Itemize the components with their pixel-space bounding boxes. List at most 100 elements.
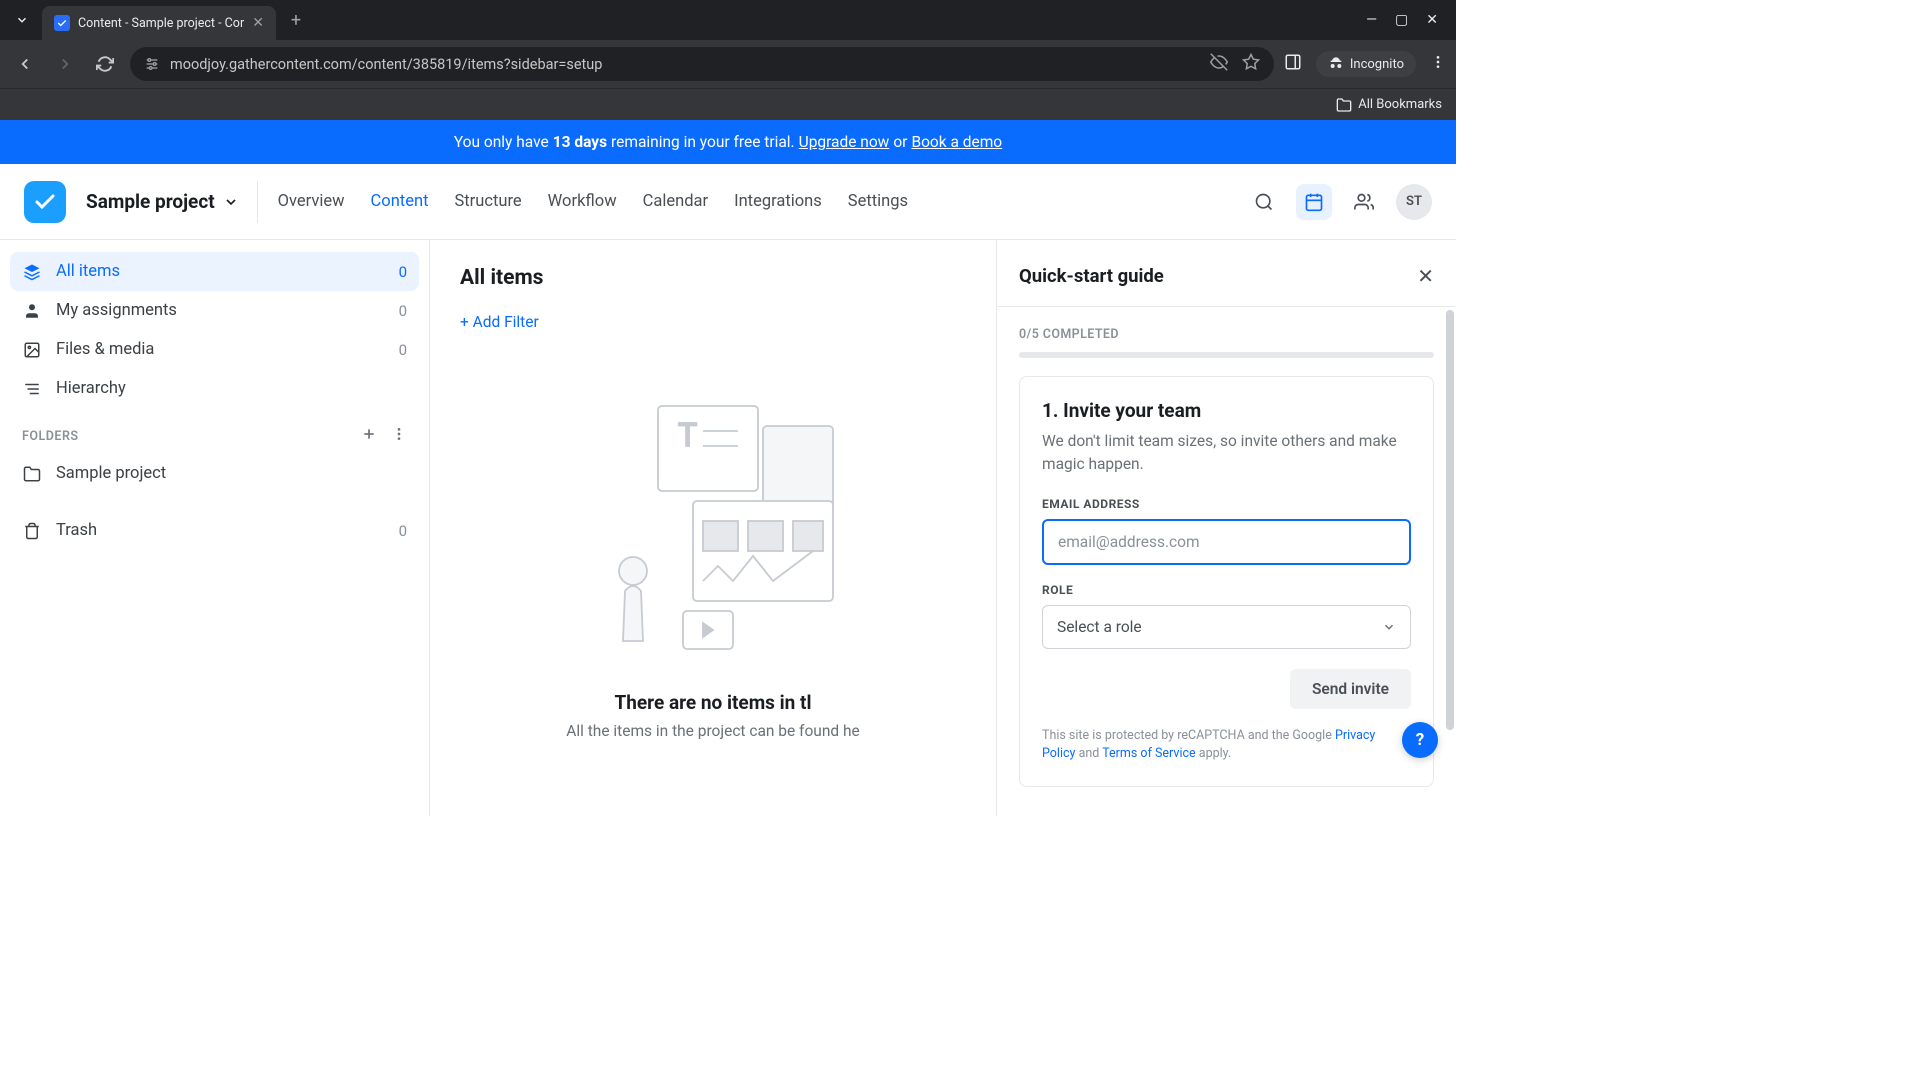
tab-workflow[interactable]: Workflow xyxy=(548,192,617,211)
progress-label: 0/5 COMPLETED xyxy=(1019,327,1434,342)
sidebar-item-all-items[interactable]: All items 0 xyxy=(10,252,419,291)
add-folder-button[interactable] xyxy=(361,426,377,446)
quick-start-panel: Quick-start guide ✕ 0/5 COMPLETED 1. Inv… xyxy=(996,240,1456,816)
tab-integrations[interactable]: Integrations xyxy=(734,192,822,211)
trial-banner: You only have 13 days remaining in your … xyxy=(0,120,1456,164)
email-input[interactable] xyxy=(1042,519,1411,565)
empty-state: T There are no items in tl All the items xyxy=(460,391,966,740)
folders-header: FOLDERS xyxy=(10,408,419,454)
app-header: Sample project Overview Content Structur… xyxy=(0,164,1456,240)
role-select[interactable]: Select a role xyxy=(1042,605,1411,649)
step-description: We don't limit team sizes, so invite oth… xyxy=(1042,430,1411,477)
project-switcher[interactable]: Sample project xyxy=(86,181,258,223)
trash-icon xyxy=(22,522,42,540)
folder-icon xyxy=(22,465,42,483)
legal-text: This site is protected by reCAPTCHA and … xyxy=(1042,727,1411,765)
sidebar-item-count: 0 xyxy=(399,302,407,320)
book-demo-link[interactable]: Book a demo xyxy=(911,133,1002,151)
sidebar-item-label: All items xyxy=(56,262,120,281)
tab-search-button[interactable] xyxy=(8,6,36,34)
add-filter-button[interactable]: + Add Filter xyxy=(460,313,539,331)
guide-icon[interactable] xyxy=(1296,184,1332,220)
trash-count: 0 xyxy=(399,522,407,540)
app-logo-icon[interactable] xyxy=(24,181,66,223)
new-tab-button[interactable]: + xyxy=(282,6,310,34)
sidebar-item-label: Hierarchy xyxy=(56,379,126,398)
bookmarks-bar: All Bookmarks xyxy=(0,88,1456,120)
tab-overview[interactable]: Overview xyxy=(278,192,345,211)
progress-bar xyxy=(1019,352,1434,358)
sidebar-item-count: 0 xyxy=(399,263,407,281)
upgrade-link[interactable]: Upgrade now xyxy=(799,133,890,151)
sidebar-item-count: 0 xyxy=(399,341,407,359)
email-label: EMAIL ADDRESS xyxy=(1042,497,1411,511)
reload-button[interactable] xyxy=(90,49,120,79)
search-icon[interactable] xyxy=(1246,184,1282,220)
empty-title: There are no items in tl xyxy=(615,691,812,714)
folders-menu-button[interactable] xyxy=(391,426,407,446)
browser-tab-bar: Content - Sample project - Cor ✕ + — ▢ ✕ xyxy=(0,0,1456,40)
minimize-button[interactable]: — xyxy=(1366,12,1377,28)
help-fab-button[interactable]: ? xyxy=(1402,722,1438,758)
incognito-label: Incognito xyxy=(1350,57,1404,72)
incognito-badge[interactable]: Incognito xyxy=(1316,51,1416,77)
window-controls: — ▢ ✕ xyxy=(1366,12,1448,28)
maximize-button[interactable]: ▢ xyxy=(1395,12,1408,28)
bookmark-star-icon[interactable] xyxy=(1242,53,1260,75)
banner-prefix: You only have xyxy=(454,133,549,151)
tab-content[interactable]: Content xyxy=(371,192,429,211)
panel-scrollbar[interactable] xyxy=(1446,310,1454,730)
close-panel-button[interactable]: ✕ xyxy=(1417,264,1434,288)
chevron-down-icon xyxy=(1382,620,1396,634)
content-title: All items xyxy=(460,266,966,290)
url-text: moodjoy.gathercontent.com/content/385819… xyxy=(170,56,1200,73)
back-button[interactable] xyxy=(10,49,40,79)
image-icon xyxy=(22,341,42,359)
quick-start-step-card: 1. Invite your team We don't limit team … xyxy=(1019,376,1434,787)
url-bar-row: moodjoy.gathercontent.com/content/385819… xyxy=(0,40,1456,88)
tab-settings[interactable]: Settings xyxy=(848,192,908,211)
folders-label: FOLDERS xyxy=(22,429,79,444)
trash-label: Trash xyxy=(56,521,97,540)
browser-menu-icon[interactable] xyxy=(1430,54,1446,74)
empty-subtitle: All the items in the project can be foun… xyxy=(566,722,860,740)
chevron-down-icon xyxy=(223,194,239,210)
sidebar-folder-item[interactable]: Sample project xyxy=(10,454,419,493)
forward-button[interactable] xyxy=(50,49,80,79)
quick-start-title: Quick-start guide xyxy=(1019,265,1164,287)
step-title: 1. Invite your team xyxy=(1042,399,1411,422)
send-invite-button[interactable]: Send invite xyxy=(1290,669,1411,709)
sidebar: All items 0 My assignments 0 Files & med… xyxy=(0,240,430,816)
sidebar-item-trash[interactable]: Trash 0 xyxy=(10,511,419,550)
all-bookmarks-link[interactable]: All Bookmarks xyxy=(1358,97,1442,112)
nav-tabs: Overview Content Structure Workflow Cale… xyxy=(278,192,908,211)
sidebar-item-files-media[interactable]: Files & media 0 xyxy=(10,330,419,369)
sidebar-item-my-assignments[interactable]: My assignments 0 xyxy=(10,291,419,330)
svg-text:T: T xyxy=(678,416,697,454)
browser-tab[interactable]: Content - Sample project - Cor ✕ xyxy=(42,6,276,40)
banner-mid: remaining in your free trial. xyxy=(611,133,795,151)
tab-calendar[interactable]: Calendar xyxy=(643,192,708,211)
folder-icon xyxy=(1336,97,1352,113)
user-avatar[interactable]: ST xyxy=(1396,184,1432,220)
sidebar-item-label: Files & media xyxy=(56,340,154,359)
terms-link[interactable]: Terms of Service xyxy=(1102,746,1195,761)
user-icon xyxy=(22,302,42,320)
tab-structure[interactable]: Structure xyxy=(454,192,521,211)
site-settings-icon[interactable] xyxy=(144,56,160,72)
empty-illustration: T xyxy=(583,391,843,671)
url-bar[interactable]: moodjoy.gathercontent.com/content/385819… xyxy=(130,47,1274,81)
sidebar-item-hierarchy[interactable]: Hierarchy xyxy=(10,369,419,408)
people-icon[interactable] xyxy=(1346,184,1382,220)
eye-off-icon[interactable] xyxy=(1210,53,1228,75)
sidebar-item-label: My assignments xyxy=(56,301,177,320)
side-panel-icon[interactable] xyxy=(1284,53,1302,75)
role-label: ROLE xyxy=(1042,583,1411,597)
tab-close-icon[interactable]: ✕ xyxy=(252,15,264,31)
tab-title: Content - Sample project - Cor xyxy=(78,16,244,31)
banner-or: or xyxy=(893,133,907,151)
content-area: All items + Add Filter T xyxy=(430,240,996,816)
close-window-button[interactable]: ✕ xyxy=(1426,12,1438,28)
role-placeholder: Select a role xyxy=(1057,618,1142,636)
folder-name: Sample project xyxy=(56,464,166,483)
